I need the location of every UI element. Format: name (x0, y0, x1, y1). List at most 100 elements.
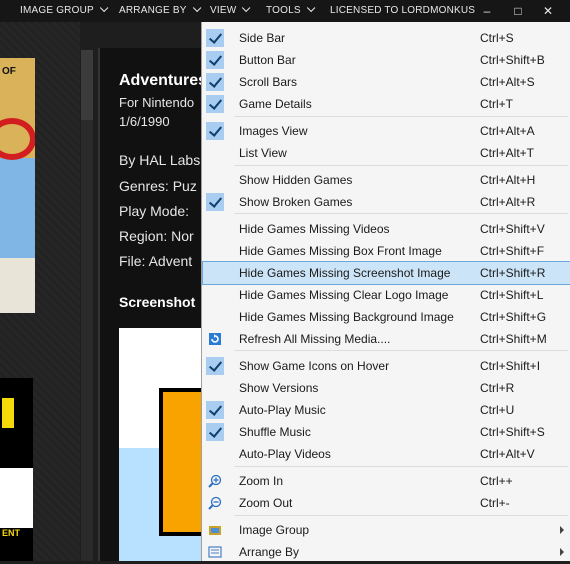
menu-item-show-broken-games[interactable]: Show Broken Games Ctrl+Alt+R (203, 191, 570, 213)
menu-label: ARRANGE BY (119, 5, 187, 16)
chevron-down-icon (306, 3, 316, 13)
menu-view[interactable]: VIEW (210, 0, 251, 22)
menu-item-button-bar[interactable]: Button Bar Ctrl+Shift+B (203, 49, 570, 71)
box-art-panel (0, 468, 33, 528)
menu-separator (234, 165, 568, 166)
submenu-arrow-icon (560, 548, 564, 556)
scrollbar-track[interactable] (81, 50, 93, 561)
menu-item-hide-games-missing-background-image[interactable]: Hide Games Missing Background Image Ctrl+… (203, 306, 570, 328)
checkmark-icon (206, 193, 224, 211)
menu-item-shortcut: Ctrl+Shift+B (480, 53, 545, 67)
box-art-bottom (0, 258, 35, 313)
game-release-date: 1/6/1990 (119, 114, 170, 129)
game-play-mode: Play Mode: (119, 203, 190, 219)
menu-item-image-group[interactable]: Image Group (203, 519, 570, 541)
menu-item-shortcut: Ctrl+S (480, 31, 514, 45)
menu-item-label: Refresh All Missing Media.... (239, 332, 391, 346)
maximize-button[interactable]: □ (508, 0, 528, 22)
menu-item-hide-games-missing-box-front-image[interactable]: Hide Games Missing Box Front Image Ctrl+S… (203, 240, 570, 262)
license-label: LICENSED TO LORDMONKUS (330, 5, 476, 16)
arrange-by-icon (208, 545, 222, 559)
menu-item-shortcut: Ctrl+Shift+L (480, 288, 544, 302)
menu-item-zoom-in[interactable]: Zoom In Ctrl++ (203, 470, 570, 492)
menu-item-label: Zoom Out (239, 496, 293, 510)
menu-item-game-details[interactable]: Game Details Ctrl+T (203, 93, 570, 115)
menu-item-shortcut: Ctrl+- (480, 496, 510, 510)
game-box-art[interactable]: ENT (0, 378, 33, 561)
checkmark-icon (206, 357, 224, 375)
menu-item-label: Zoom In (239, 474, 284, 488)
menu-item-scroll-bars[interactable]: Scroll Bars Ctrl+Alt+S (203, 71, 570, 93)
game-box-art[interactable]: OF (0, 58, 35, 313)
menu-item-hide-games-missing-clear-logo-image[interactable]: Hide Games Missing Clear Logo Image Ctrl+… (203, 284, 570, 306)
menu-item-show-hidden-games[interactable]: Show Hidden Games Ctrl+Alt+H (203, 169, 570, 191)
zoom-in-icon (208, 474, 222, 488)
menu-item-label: Hide Games Missing Videos (239, 222, 390, 236)
menu-item-zoom-out[interactable]: Zoom Out Ctrl+- (203, 492, 570, 514)
box-art-accent (2, 398, 14, 428)
menu-label: TOOLS (266, 5, 301, 16)
box-art-middle (0, 158, 35, 258)
menu-label: IMAGE GROUP (20, 5, 94, 16)
zoom-out-icon (208, 496, 222, 510)
menu-item-label: Show Broken Games (239, 195, 353, 209)
menu-item-show-game-icons-on-hover[interactable]: Show Game Icons on Hover Ctrl+Shift+I (203, 355, 570, 377)
menu-item-label: Hide Games Missing Background Image (239, 310, 454, 324)
menu-item-label: List View (239, 146, 287, 160)
menu-item-shortcut: Ctrl+Shift+G (480, 310, 547, 324)
scrollbar-thumb[interactable] (81, 50, 93, 120)
checkmark-icon (206, 95, 224, 113)
menu-item-label: Game Details (239, 97, 312, 111)
menu-separator (234, 116, 568, 117)
menu-item-side-bar[interactable]: Side Bar Ctrl+S (203, 27, 570, 49)
menu-item-show-versions[interactable]: Show Versions Ctrl+R (203, 377, 570, 399)
checkmark-icon (206, 51, 224, 69)
menu-item-label: Show Hidden Games (239, 173, 353, 187)
menu-item-hide-games-missing-screenshot-image[interactable]: Hide Games Missing Screenshot Image Ctrl+… (202, 261, 570, 285)
menu-item-label: Shuffle Music (239, 425, 311, 439)
game-title: Adventures (119, 72, 208, 89)
chevron-down-icon (242, 3, 251, 13)
menu-arrange-by[interactable]: ARRANGE BY (119, 0, 201, 22)
minimize-button[interactable]: ‒ (477, 0, 497, 22)
menu-item-label: Scroll Bars (239, 75, 298, 89)
checkmark-icon (206, 122, 224, 140)
menu-item-list-view[interactable]: List View Ctrl+Alt+T (203, 142, 570, 164)
menu-item-refresh-all-missing-media[interactable]: Refresh All Missing Media.... Ctrl+Shift+… (203, 328, 570, 350)
checkmark-icon (206, 401, 224, 419)
chevron-down-icon (192, 3, 201, 13)
menu-item-shortcut: Ctrl++ (480, 474, 513, 488)
refresh-icon (208, 332, 222, 346)
image-group-icon (208, 523, 222, 537)
menu-item-arrange-by[interactable]: Arrange By (203, 541, 570, 563)
game-genres: Genres: Puz (119, 178, 197, 194)
menu-tools[interactable]: TOOLS (266, 0, 316, 22)
menu-item-hide-games-missing-videos[interactable]: Hide Games Missing Videos Ctrl+Shift+V (203, 218, 570, 240)
close-button[interactable]: ✕ (538, 0, 558, 22)
checkmark-icon (206, 73, 224, 91)
menu-item-images-view[interactable]: Images View Ctrl+Alt+A (203, 120, 570, 142)
menu-item-label: Arrange By (239, 545, 300, 559)
menu-separator (234, 350, 568, 351)
menu-item-label: Hide Games Missing Screenshot Image (239, 266, 451, 280)
menu-item-shortcut: Ctrl+R (480, 381, 515, 395)
game-file: File: Advent (119, 253, 193, 269)
menu-item-shortcut: Ctrl+T (480, 97, 513, 111)
menu-item-auto-play-music[interactable]: Auto-Play Music Ctrl+U (203, 399, 570, 421)
menu-item-label: Auto-Play Videos (239, 447, 331, 461)
menu-item-shortcut: Ctrl+Shift+I (480, 359, 541, 373)
menu-image-group[interactable]: IMAGE GROUP (20, 0, 109, 22)
game-region: Region: Nor (119, 228, 194, 244)
menu-item-shortcut: Ctrl+Shift+V (480, 222, 545, 236)
menu-label: VIEW (210, 5, 237, 16)
submenu-arrow-icon (560, 526, 564, 534)
menu-item-label: Side Bar (239, 31, 286, 45)
menu-item-shortcut: Ctrl+U (480, 403, 515, 417)
menu-item-auto-play-videos[interactable]: Auto-Play Videos Ctrl+Alt+V (203, 443, 570, 465)
menu-item-label: Hide Games Missing Box Front Image (239, 244, 442, 258)
menu-item-shuffle-music[interactable]: Shuffle Music Ctrl+Shift+S (203, 421, 570, 443)
box-art-text: OF (2, 66, 16, 77)
menu-item-label: Button Bar (239, 53, 296, 67)
menu-item-label: Hide Games Missing Clear Logo Image (239, 288, 449, 302)
menu-item-shortcut: Ctrl+Shift+R (480, 266, 546, 280)
